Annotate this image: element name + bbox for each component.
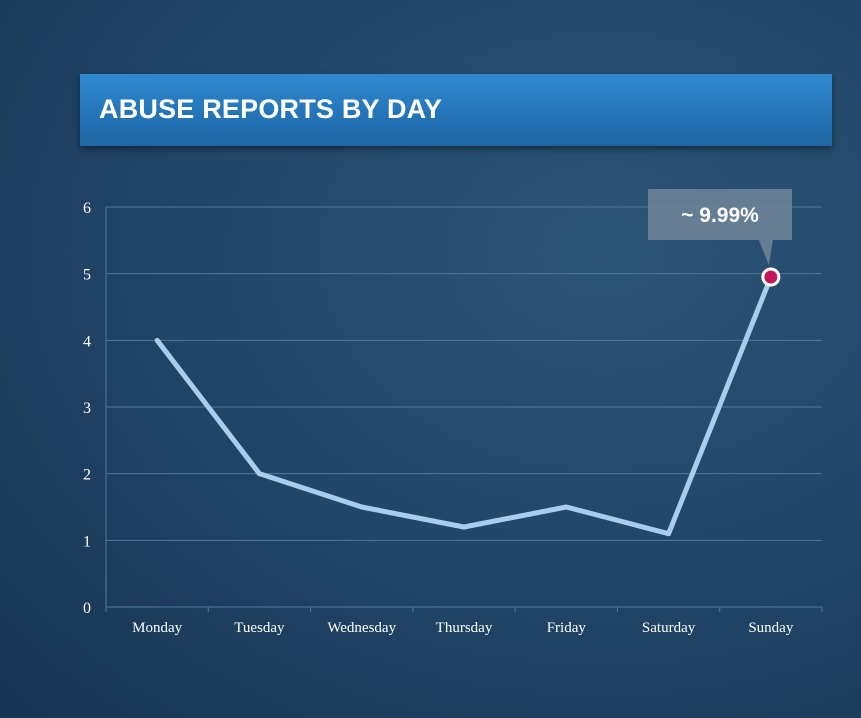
series-line bbox=[154, 274, 774, 537]
y-tick-label: 1 bbox=[83, 533, 91, 550]
x-tick-label: Thursday bbox=[436, 620, 493, 636]
callout-pointer bbox=[758, 240, 773, 265]
line-chart: 0 1 2 3 4 5 6 Monday Tuesday Wednesday Thursday Fri… bbox=[83, 189, 823, 636]
y-tick-label: 5 bbox=[83, 267, 91, 284]
y-tick-label: 6 bbox=[83, 200, 91, 217]
x-tick-label: Monday bbox=[132, 620, 182, 636]
x-tick-label: Saturday bbox=[642, 620, 696, 636]
y-tick-label: 0 bbox=[83, 600, 91, 617]
x-tick-label: Wednesday bbox=[327, 620, 396, 636]
x-tick-label: Tuesday bbox=[234, 620, 285, 636]
y-tick-label: 3 bbox=[83, 400, 91, 417]
callout-label: ~ 9.99% bbox=[681, 204, 759, 227]
x-tick-label: Friday bbox=[547, 620, 587, 636]
y-tick-label: 4 bbox=[83, 333, 91, 350]
x-tick-label: Sunday bbox=[748, 620, 794, 636]
y-tick-label: 2 bbox=[83, 467, 91, 484]
highlight-marker bbox=[761, 267, 781, 287]
